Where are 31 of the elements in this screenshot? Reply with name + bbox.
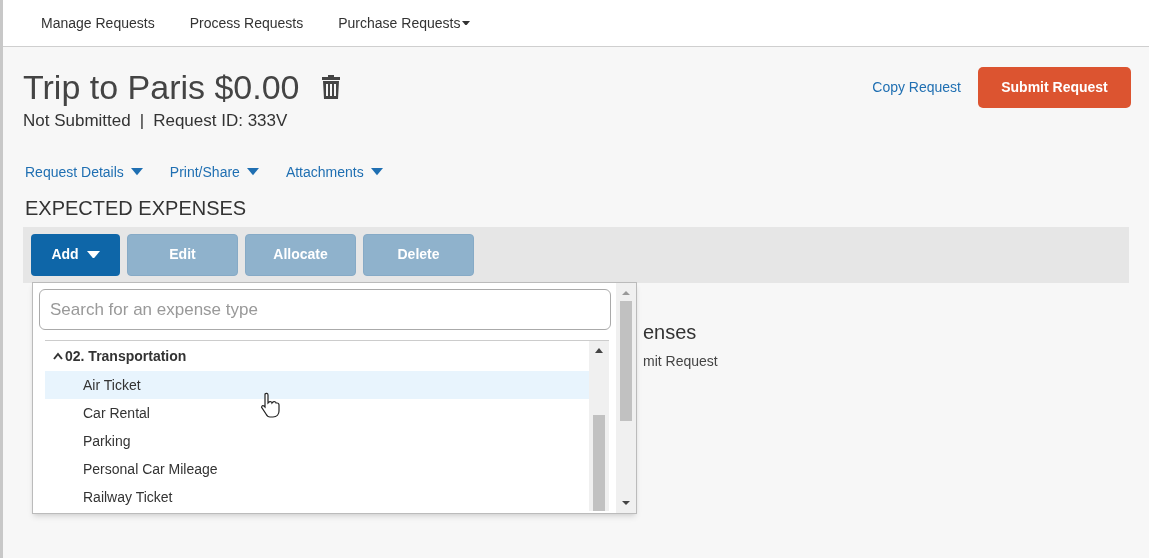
- hand-cursor-icon: [260, 392, 280, 418]
- hint-text: mit Request: [643, 352, 718, 371]
- nav-link[interactable]: Process Requests: [189, 12, 304, 34]
- request-id: Request ID: 333V: [153, 110, 288, 132]
- list-item[interactable]: Railway Ticket: [45, 483, 589, 511]
- chevron-icon: [53, 352, 63, 360]
- caret-icon: [130, 168, 143, 176]
- menu-link[interactable]: Request Details: [25, 161, 143, 183]
- list-scrollbar[interactable]: [589, 341, 609, 511]
- trash-icon[interactable]: [321, 75, 340, 99]
- menu-link[interactable]: Print/Share: [169, 161, 259, 183]
- nav-link[interactable]: Purchase Requests: [338, 12, 471, 34]
- search-field[interactable]: Search for an expense type: [39, 289, 611, 330]
- separator: |: [139, 110, 145, 132]
- list-item[interactable]: Personal Car Mileage: [45, 455, 589, 483]
- toolbar-button[interactable]: Add: [31, 233, 120, 276]
- list-item[interactable]: Air Ticket: [45, 371, 589, 399]
- menu-link[interactable]: Attachments: [285, 161, 383, 183]
- group-header[interactable]: 02. Transportation: [45, 341, 589, 371]
- caret-icon: [370, 168, 383, 176]
- section-heading: enses: [643, 320, 698, 345]
- request-title: Trip to Paris $0.00: [23, 67, 300, 107]
- dropdown-scrollbar[interactable]: [616, 283, 636, 513]
- list-item[interactable]: Car Rental: [45, 399, 589, 427]
- status-text: Not Submitted: [23, 110, 131, 132]
- nav-link[interactable]: Manage Requests: [41, 12, 155, 34]
- caret-icon: [246, 168, 259, 176]
- submit-request-button[interactable]: Submit Request: [978, 67, 1131, 108]
- section-title: EXPECTED EXPENSES: [24, 195, 248, 221]
- copy-request-link[interactable]: Copy Request: [872, 77, 961, 98]
- list-item[interactable]: Parking: [45, 427, 589, 455]
